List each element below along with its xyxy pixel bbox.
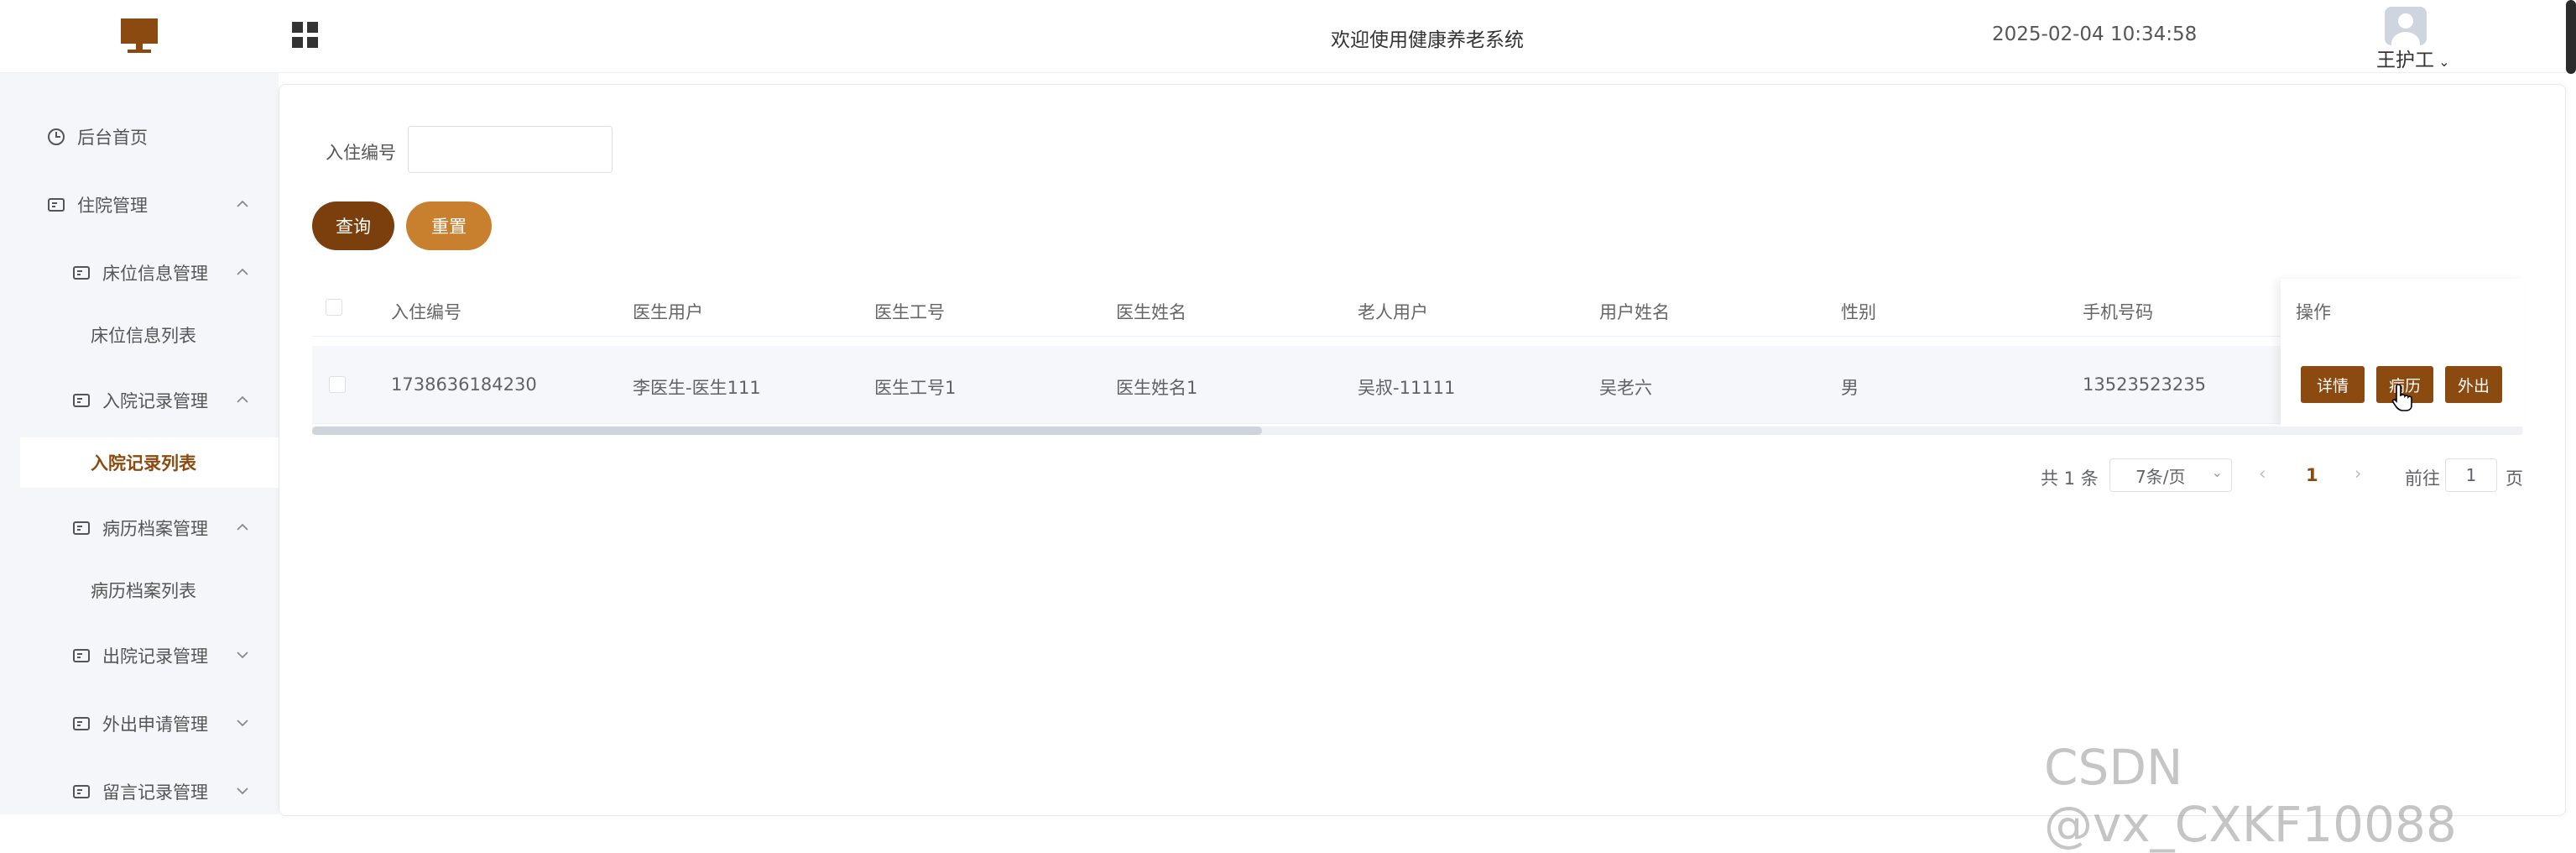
query-button[interactable]: 查询 [312, 201, 394, 250]
card-icon [73, 394, 90, 407]
table-header: 入住编号 医生用户 医生工号 医生姓名 老人用户 用户姓名 性别 手机号码 [312, 279, 2522, 337]
chevron-up-icon [237, 395, 248, 403]
goto-suffix: 页 [2506, 468, 2523, 489]
table-cell: 男 [1841, 378, 1859, 398]
sidebar-item-label: 病历档案列表 [91, 581, 196, 601]
table-cell: 李医生-医生111 [633, 378, 761, 398]
search-label: 入住编号 [326, 143, 396, 163]
user-avatar-icon [2391, 13, 2420, 45]
card-icon [48, 198, 65, 212]
chevron-down-icon [237, 788, 248, 795]
sidebar-item-label: 床位信息列表 [91, 326, 196, 346]
sidebar-item-label: 留言记录管理 [102, 782, 208, 803]
card-icon [73, 266, 90, 280]
card-icon [73, 717, 90, 730]
chevron-down-icon: ⌄ [2434, 54, 2450, 70]
sidebar-item-bed-info-list[interactable]: 床位信息列表 [0, 310, 279, 360]
table-cell: 吴叔-11111 [1358, 378, 1456, 398]
row-checkbox[interactable] [329, 376, 346, 393]
sidebar-item-label: 入院记录管理 [102, 391, 208, 411]
sidebar-item-label: 出院记录管理 [102, 646, 208, 667]
chevron-up-icon [237, 523, 248, 531]
current-datetime: 2025-02-04 10:34:58 [1992, 24, 2198, 45]
column-header: 老人用户 [1358, 302, 1428, 322]
sidebar-item-home[interactable]: 后台首页 [0, 112, 279, 162]
user-name: 王护工 [2376, 50, 2434, 71]
column-header: 操作 [2296, 302, 2331, 322]
details-button[interactable]: 详情 [2301, 366, 2365, 403]
column-header: 用户姓名 [1599, 302, 1670, 322]
sidebar-item-medical-record-list[interactable]: 病历档案列表 [0, 565, 279, 615]
pagination-total: 共 1 条 [2041, 468, 2099, 489]
column-header: 性别 [1841, 302, 1876, 322]
main-content [279, 84, 2566, 816]
card-icon [73, 785, 90, 798]
column-header: 入住编号 [391, 302, 461, 322]
chevron-up-icon [237, 268, 248, 275]
sidebar-item-label: 病历档案管理 [102, 519, 208, 539]
chevron-down-icon [237, 652, 248, 659]
sidebar-item-admission-management[interactable]: 入院记录管理 [0, 375, 279, 426]
clock-icon [48, 128, 65, 145]
chevron-down-icon: ⌄ [2211, 464, 2223, 480]
select-all-checkbox[interactable] [326, 299, 342, 316]
column-header: 手机号码 [2083, 302, 2153, 322]
card-icon [73, 649, 90, 662]
sidebar-item-admission-list[interactable]: 入院记录列表 [20, 437, 279, 488]
next-page-icon[interactable]: › [2354, 463, 2361, 484]
watermark: CSDN @vx_CXKF10088 [2044, 739, 2457, 853]
page-size-value: 7条/页 [2135, 466, 2186, 487]
column-header: 医生用户 [633, 302, 703, 322]
grid-menu-icon[interactable] [292, 22, 319, 49]
admission-number-input[interactable] [408, 126, 613, 173]
sidebar-item-label: 外出申请管理 [102, 714, 208, 735]
page-size-select[interactable]: 7条/页 ⌄ [2109, 458, 2232, 492]
sidebar-item-label: 后台首页 [77, 128, 148, 148]
chevron-down-icon [237, 720, 248, 727]
sidebar-item-outing-request-management[interactable]: 外出申请管理 [0, 699, 279, 749]
sidebar-item-discharge-management[interactable]: 出院记录管理 [0, 631, 279, 681]
user-menu[interactable]: 王护工 ⌄ [2376, 44, 2450, 72]
outing-button[interactable]: 外出 [2445, 366, 2502, 403]
sidebar-item-label: 入院记录列表 [91, 453, 196, 474]
reset-button[interactable]: 重置 [406, 201, 492, 250]
page-number-current[interactable]: 1 [2306, 465, 2318, 485]
table-scroll-thumb[interactable] [312, 426, 1262, 435]
sidebar-item-hospital-management[interactable]: 住院管理 [0, 180, 279, 230]
column-header: 医生工号 [874, 302, 945, 322]
monitor-logo-icon [121, 18, 158, 53]
sidebar: 后台首页 住院管理 床位信息管理 床位信息列表 入院记录管理 入院记录列表 病历… [0, 73, 279, 814]
avatar[interactable] [2385, 7, 2427, 45]
table-cell: 医生姓名1 [1116, 378, 1198, 398]
welcome-text: 欢迎使用健康养老系统 [1331, 29, 1524, 51]
sidebar-item-medical-record-management[interactable]: 病历档案管理 [0, 503, 279, 553]
table-cell: 1738636184230 [391, 374, 537, 395]
chevron-up-icon [237, 200, 248, 207]
page-scrollbar[interactable] [2566, 0, 2576, 74]
column-header: 医生姓名 [1116, 302, 1186, 322]
goto-page-input[interactable]: 1 [2445, 458, 2497, 492]
top-header: 欢迎使用健康养老系统 2025-02-04 10:34:58 王护工 ⌄ [0, 0, 2576, 74]
sidebar-item-label: 床位信息管理 [102, 264, 208, 284]
card-icon [73, 521, 90, 535]
table-cell: 医生工号1 [874, 378, 957, 398]
prev-page-icon[interactable]: ‹ [2259, 463, 2266, 484]
sidebar-item-label: 住院管理 [77, 196, 148, 216]
goto-prefix: 前往 [2405, 468, 2440, 489]
sidebar-item-bed-info-management[interactable]: 床位信息管理 [0, 248, 279, 298]
hand-cursor-icon [2391, 384, 2412, 411]
sidebar-item-message-management[interactable]: 留言记录管理 [0, 767, 279, 817]
table-cell: 13523523235 [2083, 374, 2206, 395]
table-row[interactable]: 1738636184230 李医生-医生111 医生工号1 医生姓名1 吴叔-1… [312, 346, 2522, 424]
table-cell: 吴老六 [1599, 378, 1652, 398]
